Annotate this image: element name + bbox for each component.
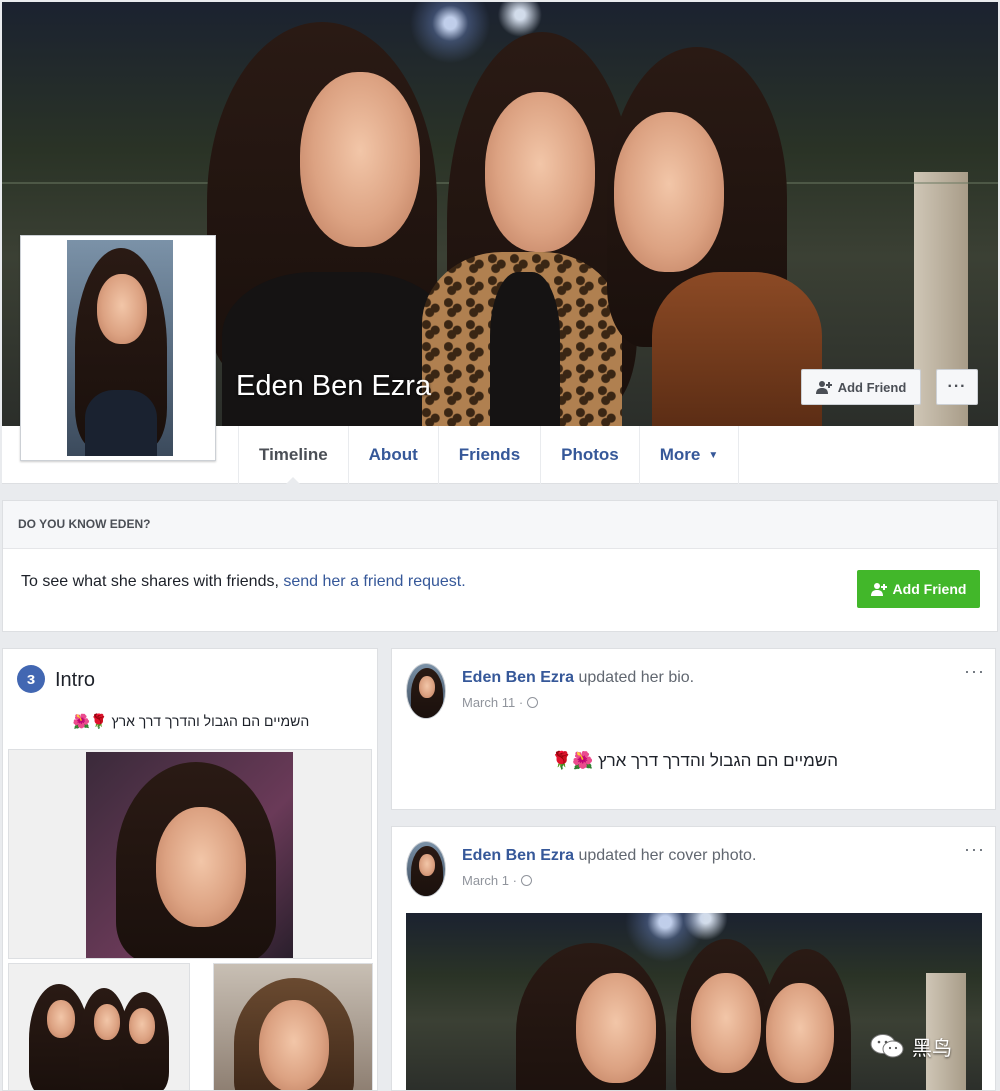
post-action: updated her bio. <box>574 669 695 686</box>
tab-label: Friends <box>458 445 521 464</box>
post-bio-text: השמיים הם הגבול והדרך דרך ארץ <box>598 751 839 770</box>
post-date[interactable]: March 1 · <box>462 873 532 888</box>
post-bio-update: Eden Ben Ezra updated her bio. March 11 … <box>391 648 996 810</box>
featured-photo-3[interactable] <box>213 963 373 1090</box>
tab-more[interactable]: More ▼ <box>638 426 740 484</box>
caret-down-icon: ▼ <box>708 449 719 461</box>
profile-picture-frame[interactable] <box>20 235 216 461</box>
add-friend-icon <box>815 381 832 394</box>
tab-timeline[interactable]: Timeline <box>238 426 348 485</box>
add-friend-label: Add Friend <box>892 581 967 597</box>
profile-tabs: Timeline About Friends Photos More ▼ <box>238 426 740 485</box>
profile-picture[interactable] <box>67 240 173 456</box>
profile-name[interactable]: Eden Ben Ezra <box>236 370 431 403</box>
tab-photos[interactable]: Photos <box>540 426 639 484</box>
rose-emoji-icon: 🌹🌺 <box>72 713 108 729</box>
tab-friends[interactable]: Friends <box>437 426 540 484</box>
post-bio-body: השמיים הם הגבול והדרך דרך ארץ 🌺🌹 <box>392 751 997 771</box>
add-friend-label: Add Friend <box>837 379 907 395</box>
avatar[interactable] <box>406 841 446 897</box>
add-friend-button-green[interactable]: Add Friend <box>857 570 980 608</box>
tab-about[interactable]: About <box>347 426 438 484</box>
intro-bio-text: השמיים הם הגבול והדרך דרך ארץ <box>111 713 310 729</box>
post-date-text: March 11 · <box>462 695 524 710</box>
post-options-button[interactable]: ··· <box>964 661 985 682</box>
post-date[interactable]: March 11 · <box>462 695 539 710</box>
wechat-icon <box>870 1034 904 1058</box>
post-title: Eden Ben Ezra updated her cover photo. <box>462 847 756 865</box>
do-you-know-heading: DO YOU KNOW EDEN? <box>3 501 997 549</box>
post-options-button[interactable]: ··· <box>964 839 985 860</box>
more-options-button[interactable]: ··· <box>936 369 978 405</box>
tab-label: Photos <box>561 445 619 464</box>
know-text-prefix: To see what she shares with friends, <box>21 573 284 590</box>
featured-photo-2[interactable] <box>8 963 190 1090</box>
post-author-link[interactable]: Eden Ben Ezra <box>462 847 574 864</box>
tab-label: Timeline <box>259 445 328 464</box>
do-you-know-card: DO YOU KNOW EDEN? To see what she shares… <box>2 500 998 632</box>
globe-icon <box>520 875 532 886</box>
watermark: 黑鸟 <box>870 1030 952 1062</box>
featured-photo-1[interactable] <box>8 749 372 959</box>
add-friend-button[interactable]: Add Friend <box>801 369 921 405</box>
intro-card: з Intro השמיים הם הגבול והדרך דרך ארץ 🌹🌺 <box>2 648 378 1091</box>
post-cover-photo[interactable] <box>406 913 982 1090</box>
send-friend-request-link[interactable]: send her a friend request. <box>283 573 465 590</box>
watermark-text: 黑鸟 <box>912 1037 952 1060</box>
tab-label: About <box>368 445 418 464</box>
tab-label: More <box>659 445 701 464</box>
do-you-know-text: To see what she shares with friends, sen… <box>21 573 466 591</box>
post-author-link[interactable]: Eden Ben Ezra <box>462 669 574 686</box>
intro-title: Intro <box>55 669 96 691</box>
add-friend-icon <box>870 583 887 596</box>
post-date-text: March 1 · <box>462 873 517 888</box>
avatar[interactable] <box>406 663 446 719</box>
post-title: Eden Ben Ezra updated her bio. <box>462 669 694 687</box>
post-action: updated her cover photo. <box>574 847 757 864</box>
intro-bio: השמיים הם הגבול והדרך דרך ארץ 🌹🌺 <box>3 713 377 730</box>
intro-icon: з <box>17 665 45 693</box>
rose-emoji-icon: 🌺🌹 <box>550 751 594 770</box>
globe-icon <box>527 697 539 708</box>
